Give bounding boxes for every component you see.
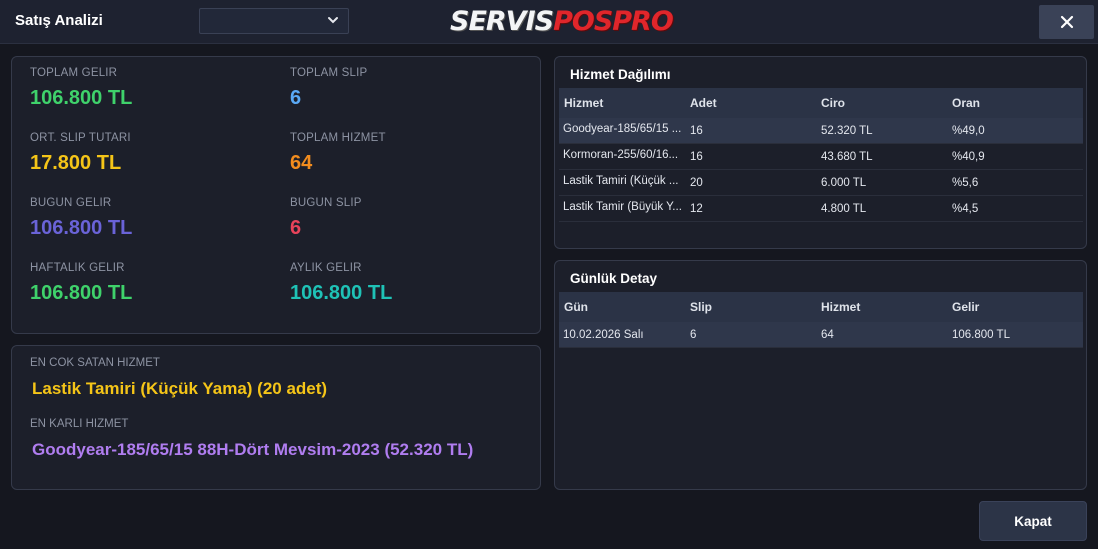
close-icon: [1060, 15, 1073, 29]
daily-detail-table: Gün Slip Hizmet Gelir 10.02.2026 Salı 6 …: [559, 292, 1083, 348]
table-cell: 6.000 TL: [821, 176, 867, 189]
most-profitable-label: EN KARLI HIZMET: [30, 418, 129, 430]
column-header[interactable]: Slip: [690, 300, 821, 314]
stat-label: TOPLAM HIZMET: [290, 132, 386, 144]
column-header[interactable]: Oran: [952, 96, 1083, 110]
table-cell: Lastik Tamir (Büyük Y...: [563, 201, 682, 213]
stat-value: 106.800 TL: [290, 282, 393, 304]
stat-bugun-gelir: BUGUN GELIR 106.800 TL: [30, 197, 132, 240]
window-title: Satış Analizi: [15, 12, 103, 29]
table-cell: 20: [690, 176, 703, 189]
service-distribution-table: Hizmet Adet Ciro Oran Goodyear-185/65/15…: [559, 88, 1083, 222]
daily-detail-panel: Günlük Detay Gün Slip Hizmet Gelir 10.02…: [554, 260, 1087, 490]
table-cell: %4,5: [952, 202, 979, 215]
table-cell: %5,6: [952, 176, 979, 189]
column-header[interactable]: Gelir: [952, 300, 1083, 314]
stat-value: 6: [290, 87, 302, 109]
table-header: Gün Slip Hizmet Gelir: [559, 292, 1083, 322]
stat-label: AYLIK GELIR: [290, 262, 362, 274]
panel-title: Günlük Detay: [570, 271, 658, 286]
window-header: Satış Analizi SERVISPOSPRO: [0, 0, 1098, 44]
column-header[interactable]: Hizmet: [821, 300, 952, 314]
stat-aylik-gelir: AYLIK GELIR 106.800 TL: [290, 262, 392, 305]
stat-value: 6: [290, 217, 302, 239]
stat-label: HAFTALIK GELIR: [30, 262, 125, 274]
table-cell: Lastik Tamiri (Küçük ...: [563, 175, 679, 187]
stat-value: 106.800 TL: [30, 217, 133, 239]
table-cell: 10.02.2026 Salı: [563, 328, 644, 341]
stat-haftalik-gelir: HAFTALIK GELIR 106.800 TL: [30, 262, 132, 305]
table-cell: 16: [690, 124, 703, 137]
table-cell: 52.320 TL: [821, 124, 873, 137]
stat-toplam-gelir: TOPLAM GELIR 106.800 TL: [30, 67, 132, 110]
column-header[interactable]: Hizmet: [559, 96, 690, 110]
table-row[interactable]: 10.02.2026 Salı 6 64 106.800 TL: [559, 322, 1083, 348]
stat-bugun-slip: BUGUN SLIP 6: [290, 197, 362, 240]
table-row[interactable]: Lastik Tamiri (Küçük ... 20 6.000 TL %5,…: [559, 170, 1083, 196]
table-row[interactable]: Lastik Tamir (Büyük Y... 12 4.800 TL %4,…: [559, 196, 1083, 222]
table-cell: 16: [690, 150, 703, 163]
top-selling-label: EN COK SATAN HIZMET: [30, 357, 160, 369]
chevron-down-icon: [328, 17, 338, 24]
stat-value: 106.800 TL: [30, 282, 133, 304]
stat-label: ORT. SLIP TUTARI: [30, 132, 131, 144]
table-cell: %40,9: [952, 150, 985, 163]
period-select[interactable]: [199, 8, 349, 34]
close-button[interactable]: [1039, 5, 1094, 39]
table-cell: 4.800 TL: [821, 202, 867, 215]
stat-label: BUGUN SLIP: [290, 197, 362, 209]
table-header: Hizmet Adet Ciro Oran: [559, 88, 1083, 118]
stat-label: TOPLAM GELIR: [30, 67, 118, 79]
table-row[interactable]: Kormoran-255/60/16... 16 43.680 TL %40,9: [559, 144, 1083, 170]
service-distribution-panel: Hizmet Dağılımı Hizmet Adet Ciro Oran Go…: [554, 56, 1087, 249]
table-cell: 12: [690, 202, 703, 215]
servispospro-logo: SERVISPOSPRO: [450, 6, 674, 37]
table-cell: Goodyear-185/65/15 ...: [563, 123, 682, 135]
table-row[interactable]: Goodyear-185/65/15 ... 16 52.320 TL %49,…: [559, 118, 1083, 144]
best-services-panel: EN COK SATAN HIZMET Lastik Tamiri (Küçük…: [11, 345, 541, 490]
most-profitable-value: Goodyear-185/65/15 88H-Dört Mevsim-2023 …: [32, 440, 474, 459]
stats-panel: TOPLAM GELIR 106.800 TL TOPLAM SLIP 6 OR…: [11, 56, 541, 334]
table-cell: 64: [821, 328, 834, 341]
table-cell: Kormoran-255/60/16...: [563, 149, 679, 161]
column-header[interactable]: Adet: [690, 96, 821, 110]
stat-label: BUGUN GELIR: [30, 197, 112, 209]
table-cell: 106.800 TL: [952, 328, 1010, 341]
stat-toplam-slip: TOPLAM SLIP 6: [290, 67, 367, 110]
table-cell: %49,0: [952, 124, 985, 137]
column-header[interactable]: Ciro: [821, 96, 952, 110]
top-selling-value: Lastik Tamiri (Küçük Yama) (20 adet): [32, 379, 328, 398]
stat-value: 64: [290, 152, 313, 174]
stat-label: TOPLAM SLIP: [290, 67, 368, 79]
table-cell: 6: [690, 328, 697, 341]
stat-value: 17.800 TL: [30, 152, 122, 174]
column-header[interactable]: Gün: [559, 300, 690, 314]
stat-value: 106.800 TL: [30, 87, 133, 109]
table-cell: 43.680 TL: [821, 150, 873, 163]
stat-toplam-hizmet: TOPLAM HIZMET 64: [290, 132, 386, 175]
kapat-button[interactable]: Kapat: [979, 501, 1087, 541]
stat-ort-slip-tutari: ORT. SLIP TUTARI 17.800 TL: [30, 132, 131, 175]
panel-title: Hizmet Dağılımı: [570, 67, 671, 82]
